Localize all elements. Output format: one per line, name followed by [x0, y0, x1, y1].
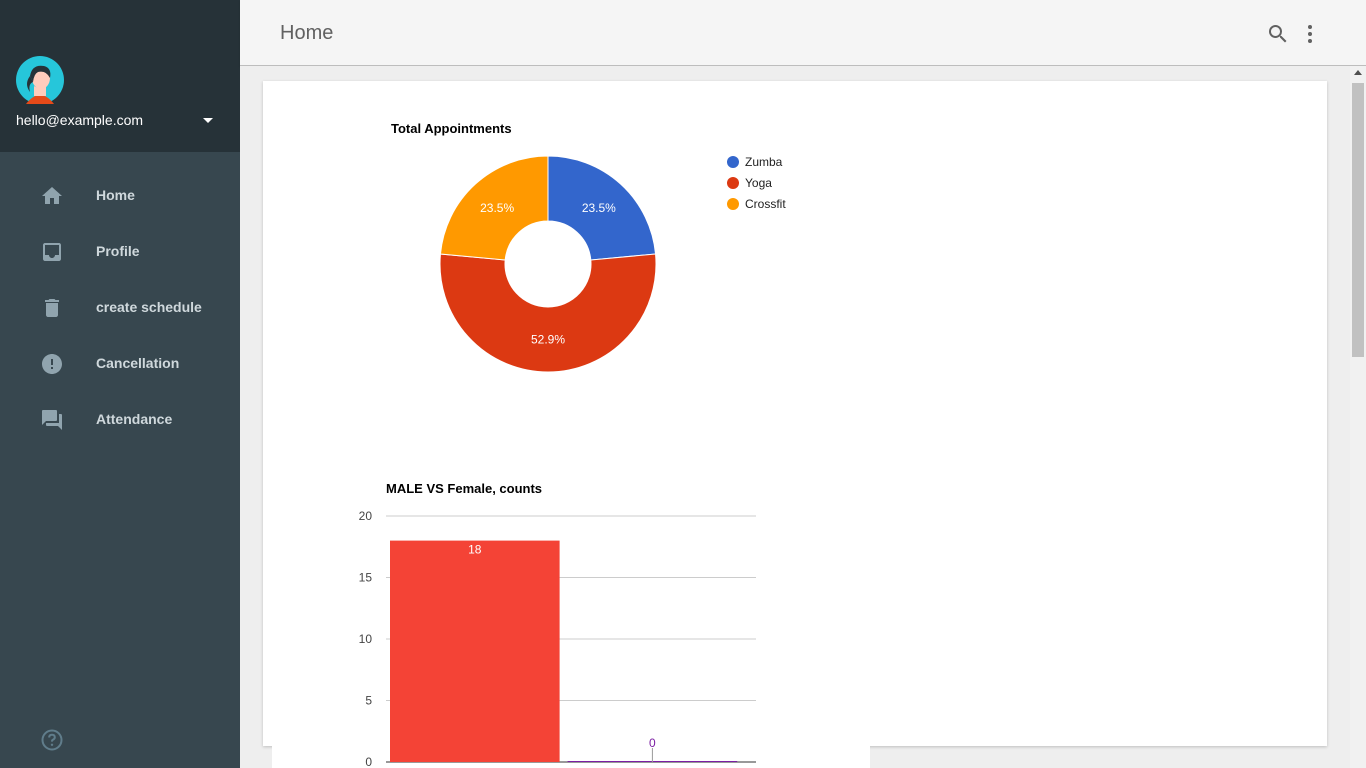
y-tick-label: 15	[359, 571, 373, 585]
bar-value-label: 18	[468, 543, 482, 557]
bar-value-label: 0	[649, 736, 656, 750]
y-tick-label: 20	[359, 509, 373, 523]
total-appointments-chart: Total Appointments 23.5% 52.9% 23.5% Zumba…	[391, 121, 786, 373]
y-tick-label: 0	[365, 755, 372, 768]
charts-layer: Total Appointments 23.5% 52.9% 23.5% Zumba…	[359, 121, 787, 768]
legend-label-zumba[interactable]: Zumba	[745, 155, 783, 169]
slice-label: 23.5%	[582, 201, 616, 215]
legend-swatch-zumba	[727, 156, 739, 168]
pie-slice-yoga[interactable]	[439, 253, 657, 373]
slice-label: 52.9%	[531, 333, 565, 347]
legend-label-crossfit[interactable]: Crossfit	[745, 197, 786, 211]
chart-title: Total Appointments	[391, 121, 512, 136]
legend-swatch-yoga	[727, 177, 739, 189]
male-vs-female-chart: MALE VS Female, counts 0 5 10 15 20 18 0	[359, 481, 756, 768]
y-tick-label: 10	[359, 632, 373, 646]
slice-label: 23.5%	[480, 201, 514, 215]
legend-label-yoga[interactable]: Yoga	[745, 176, 772, 190]
bar-male[interactable]	[390, 540, 560, 762]
y-tick-label: 5	[365, 694, 372, 708]
chart-title: MALE VS Female, counts	[386, 481, 542, 496]
legend-swatch-crossfit	[727, 198, 739, 210]
